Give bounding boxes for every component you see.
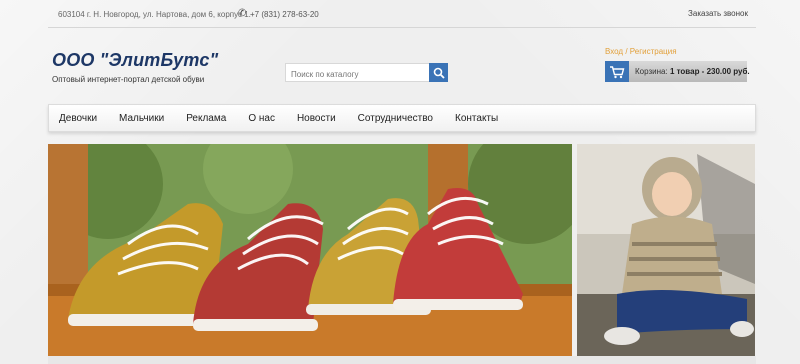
- cart-total: 1 товар - 230.00 руб.: [669, 67, 750, 76]
- top-bar: 603104 г. Н. Новгород, ул. Нартова, дом …: [48, 0, 756, 28]
- callback-link[interactable]: Заказать звонок: [688, 9, 748, 18]
- login-link[interactable]: Вход: [605, 47, 623, 56]
- search-icon: [433, 67, 445, 79]
- search-button[interactable]: [429, 63, 448, 82]
- content-footer-strip: [48, 356, 756, 364]
- company-name[interactable]: ООО "ЭлитБутс": [52, 50, 218, 71]
- cart-icon[interactable]: [605, 61, 629, 82]
- shoes-image: [48, 144, 572, 356]
- cart-summary[interactable]: Корзина: 1 товар - 230.00 руб.: [629, 61, 750, 82]
- account-separator: /: [623, 47, 630, 56]
- cart-label: Корзина:: [635, 67, 668, 76]
- nav-item-boys[interactable]: Мальчики: [119, 113, 164, 124]
- search-input[interactable]: [286, 66, 429, 83]
- cart-widget[interactable]: Корзина: 1 товар - 230.00 руб.: [605, 61, 750, 82]
- register-link[interactable]: Регистрация: [630, 47, 677, 56]
- main-nav: Девочки Мальчики Реклама О нас Новости С…: [48, 104, 756, 132]
- nav-item-cooperation[interactable]: Сотрудничество: [358, 113, 433, 124]
- account-links: Вход / Регистрация: [605, 47, 677, 56]
- nav-item-about[interactable]: О нас: [248, 113, 275, 124]
- search-box: [285, 63, 448, 83]
- brand-block[interactable]: ООО "ЭлитБутс" Оптовый интернет-портал д…: [52, 50, 218, 84]
- nav-item-news[interactable]: Новости: [297, 113, 336, 124]
- phone-number[interactable]: +7 (831) 278-63-20: [250, 10, 319, 19]
- side-banner[interactable]: [577, 144, 755, 356]
- nav-item-advertising[interactable]: Реклама: [186, 113, 226, 124]
- hero-banner[interactable]: [48, 144, 572, 356]
- child-image: [577, 144, 755, 356]
- phone-icon: ✆: [238, 8, 247, 19]
- nav-item-girls[interactable]: Девочки: [59, 113, 97, 124]
- company-tagline: Оптовый интернет-портал детской обуви: [52, 75, 205, 84]
- address-text: 603104 г. Н. Новгород, ул. Нартова, дом …: [58, 10, 251, 19]
- nav-item-contacts[interactable]: Контакты: [455, 113, 498, 124]
